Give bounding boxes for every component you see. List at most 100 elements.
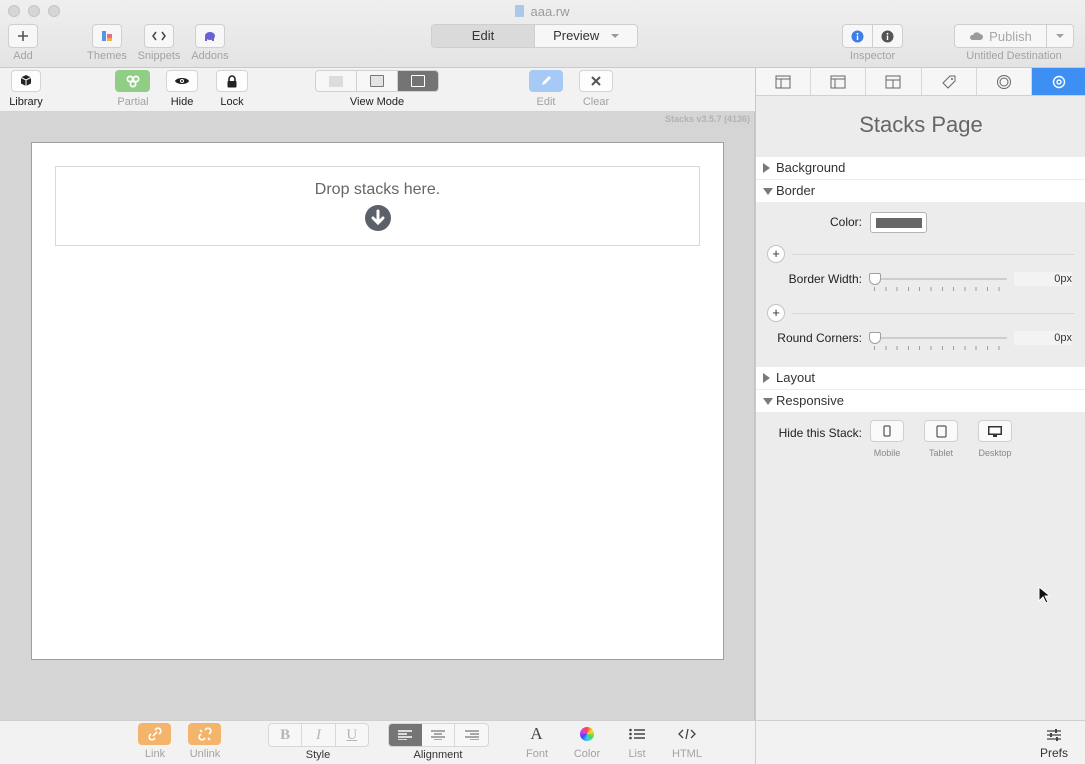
library-label: Library bbox=[9, 96, 43, 108]
border-width-value[interactable]: 0px bbox=[1014, 272, 1072, 286]
themes-button[interactable] bbox=[92, 24, 122, 48]
tab-sidebar[interactable] bbox=[811, 68, 867, 95]
border-width-label: Border Width: bbox=[788, 272, 862, 286]
html-button[interactable] bbox=[670, 723, 703, 745]
style-segmented-control[interactable]: B I U bbox=[268, 723, 369, 747]
round-corners-slider[interactable] bbox=[869, 332, 1007, 346]
themes-label: Themes bbox=[87, 50, 127, 62]
inspector-label: Inspector bbox=[849, 50, 896, 62]
divider bbox=[792, 254, 1074, 255]
color-button[interactable] bbox=[570, 723, 603, 745]
inspector-info-alt-button[interactable] bbox=[873, 25, 902, 47]
border-color-label: Color: bbox=[829, 215, 862, 229]
page-preview[interactable]: Drop stacks here. bbox=[31, 142, 724, 660]
cloud-icon bbox=[970, 32, 984, 40]
inspector-tabs bbox=[756, 68, 1085, 96]
border-width-slider[interactable] bbox=[869, 273, 1007, 287]
inspector-buttons[interactable] bbox=[842, 24, 903, 48]
clear-button[interactable] bbox=[579, 70, 613, 92]
outline-square-icon bbox=[411, 75, 425, 87]
snippets-button[interactable] bbox=[144, 24, 174, 48]
hide-mobile-button[interactable] bbox=[870, 420, 904, 442]
section-border[interactable]: Border bbox=[756, 180, 1085, 202]
unlink-button[interactable] bbox=[188, 723, 221, 745]
view-mode-segmented-control[interactable] bbox=[315, 70, 439, 92]
publish-button[interactable]: Publish bbox=[954, 24, 1074, 48]
preview-mode-tab[interactable]: Preview bbox=[535, 25, 637, 47]
hide-stack-label: Hide this Stack: bbox=[778, 426, 862, 440]
eye-icon bbox=[175, 78, 189, 84]
dropdown-arrow-icon bbox=[610, 34, 619, 38]
tablet-label: Tablet bbox=[928, 448, 954, 458]
inspector-panel: Stacks Page Background Border Color: + B… bbox=[755, 68, 1085, 720]
unlink-label: Unlink bbox=[189, 748, 221, 760]
partial-label: Partial bbox=[117, 96, 149, 108]
section-layout[interactable]: Layout bbox=[756, 367, 1085, 389]
slider-knob[interactable] bbox=[869, 332, 881, 344]
layout-icon bbox=[775, 75, 791, 88]
bold-button[interactable]: B bbox=[269, 724, 303, 746]
hide-desktop-button[interactable] bbox=[978, 420, 1012, 442]
divider bbox=[755, 721, 756, 764]
add-button[interactable] bbox=[8, 24, 38, 48]
hide-tablet-button[interactable] bbox=[924, 420, 958, 442]
view-mode-filled-tab[interactable] bbox=[316, 71, 357, 91]
lock-button[interactable] bbox=[216, 70, 248, 92]
view-mode-wireframe-tab[interactable] bbox=[398, 71, 438, 91]
publish-menu-button[interactable] bbox=[1047, 34, 1073, 38]
tab-header[interactable] bbox=[866, 68, 922, 95]
view-mode-outline-tab[interactable] bbox=[357, 71, 398, 91]
chevron-down-icon bbox=[1056, 34, 1064, 38]
alignment-segmented-control[interactable] bbox=[388, 723, 489, 747]
disclosure-right-icon bbox=[763, 373, 770, 383]
cube-icon bbox=[20, 75, 32, 86]
list-label: List bbox=[628, 748, 646, 760]
pencil-icon bbox=[542, 76, 551, 85]
link-button[interactable] bbox=[138, 723, 171, 745]
addons-button[interactable] bbox=[195, 24, 225, 48]
align-center-button[interactable] bbox=[422, 724, 456, 746]
font-label: Font bbox=[525, 748, 548, 760]
partial-button[interactable] bbox=[115, 70, 150, 92]
list-button[interactable] bbox=[620, 723, 653, 745]
align-left-button[interactable] bbox=[389, 724, 422, 746]
edit-preview-segmented-control[interactable]: Edit Preview bbox=[431, 24, 638, 48]
gear-icon bbox=[1052, 75, 1066, 88]
underline-button[interactable]: U bbox=[336, 724, 368, 746]
prefs-button[interactable]: Prefs bbox=[1040, 728, 1068, 760]
themes-icon bbox=[102, 31, 112, 41]
round-corners-expand-button[interactable]: + bbox=[767, 304, 785, 322]
tab-media[interactable] bbox=[977, 68, 1032, 95]
hide-button[interactable] bbox=[166, 70, 198, 92]
style-label: Style bbox=[305, 749, 331, 761]
list-icon bbox=[628, 728, 645, 740]
font-button[interactable]: A bbox=[520, 723, 553, 745]
align-right-button[interactable] bbox=[455, 724, 488, 746]
library-button[interactable] bbox=[11, 70, 41, 92]
italic-button[interactable]: I bbox=[302, 724, 336, 746]
tab-settings[interactable] bbox=[1031, 68, 1085, 95]
tab-page-layout[interactable] bbox=[756, 68, 812, 95]
slider-knob[interactable] bbox=[869, 273, 881, 285]
align-right-icon bbox=[464, 730, 479, 740]
html-label: HTML bbox=[672, 748, 702, 760]
round-corners-value[interactable]: 0px bbox=[1014, 331, 1072, 345]
stacks-toolbar: Library Partial Hide Lock View Mode Edit… bbox=[0, 68, 755, 112]
inspector-info-button[interactable] bbox=[843, 25, 873, 47]
hide-label: Hide bbox=[170, 96, 194, 108]
section-background[interactable]: Background bbox=[756, 157, 1085, 179]
section-responsive[interactable]: Responsive bbox=[756, 390, 1085, 412]
edit-mode-tab[interactable]: Edit bbox=[432, 25, 535, 47]
html-icon bbox=[677, 728, 696, 740]
border-width-expand-button[interactable]: + bbox=[767, 245, 785, 263]
tab-tags[interactable] bbox=[922, 68, 977, 95]
unlink-icon bbox=[197, 727, 212, 741]
edit-stack-button[interactable] bbox=[529, 70, 563, 92]
border-color-well[interactable] bbox=[870, 212, 927, 233]
link-label: Link bbox=[144, 748, 166, 760]
drop-zone[interactable]: Drop stacks here. bbox=[55, 166, 700, 246]
elephant-icon bbox=[205, 32, 215, 41]
slider-ticks bbox=[874, 346, 1004, 350]
clear-label: Clear bbox=[582, 96, 610, 108]
round-corners-label: Round Corners: bbox=[777, 331, 862, 345]
